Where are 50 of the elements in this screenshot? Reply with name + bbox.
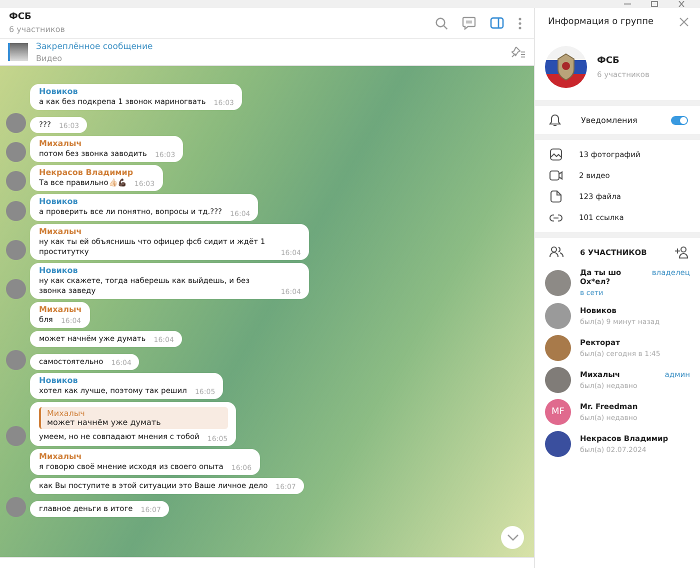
- member-avatar-photo-placeholder: [545, 431, 571, 457]
- avatar-photo-placeholder[interactable]: [6, 496, 26, 517]
- member-avatar-photo-placeholder: [545, 335, 571, 361]
- chevron-down-icon: [506, 534, 518, 541]
- member-avatar-photo-placeholder: [545, 270, 571, 296]
- chat-title: ФСБ: [9, 12, 32, 22]
- chat-bubble-icon[interactable]: [462, 16, 476, 30]
- sender-name[interactable]: Новиков: [39, 87, 234, 96]
- search-icon[interactable]: [435, 16, 448, 30]
- avatar-photo-placeholder[interactable]: [6, 113, 26, 134]
- panel-title: Информация о группе: [548, 17, 654, 27]
- add-member-icon[interactable]: [674, 246, 689, 258]
- sender-name[interactable]: Новиков: [39, 266, 301, 275]
- avatar-photo-placeholder[interactable]: [6, 240, 26, 260]
- avatar-photo-placeholder[interactable]: [6, 142, 26, 162]
- link-icon: [549, 214, 563, 222]
- avatar-photo-placeholder[interactable]: [6, 426, 26, 446]
- chat-subtitle: 6 участников: [9, 25, 65, 34]
- people-icon: [549, 246, 564, 258]
- video-camera-icon: [549, 170, 563, 181]
- bell-icon: [549, 114, 561, 126]
- close-icon[interactable]: [679, 17, 689, 27]
- group-avatar-emblem-icon: [545, 46, 587, 88]
- avatar-photo-placeholder[interactable]: [6, 350, 26, 370]
- avatar-photo-placeholder[interactable]: [6, 279, 26, 299]
- sidebar-icon[interactable]: [490, 17, 504, 29]
- pinned-text: Видео: [36, 54, 64, 62]
- member-avatar-photo-placeholder: [545, 303, 571, 329]
- scroll-down-button[interactable]: [501, 526, 524, 549]
- member-avatar-photo-placeholder: [545, 367, 571, 393]
- close-icon[interactable]: [677, 1, 686, 7]
- sender-name[interactable]: Новиков: [39, 197, 250, 206]
- avatar-photo-placeholder[interactable]: [6, 200, 26, 220]
- photo-icon: [549, 148, 563, 161]
- more-icon[interactable]: [518, 16, 522, 30]
- reply-text: может начнём уже думать: [47, 418, 162, 428]
- group-name: ФСБ: [597, 56, 620, 66]
- sender-name[interactable]: Новиков: [39, 376, 216, 386]
- maximize-icon[interactable]: [650, 1, 659, 7]
- member-initials-avatar: MF: [545, 399, 571, 425]
- avatar-photo-placeholder[interactable]: [6, 171, 26, 192]
- file-icon: [549, 190, 563, 203]
- reply-sender: Михалыч: [47, 409, 86, 418]
- notifications-toggle[interactable]: [671, 116, 688, 124]
- pinned-label[interactable]: Закреплённое сообщение: [36, 42, 502, 52]
- video-thumbnail: [8, 43, 28, 61]
- minimize-icon[interactable]: [623, 1, 632, 7]
- reply-quote[interactable]: Михалыч может начнём уже думать: [39, 407, 228, 430]
- pin-list-icon[interactable]: [510, 46, 526, 58]
- notifications-label: Уведомления: [581, 116, 638, 124]
